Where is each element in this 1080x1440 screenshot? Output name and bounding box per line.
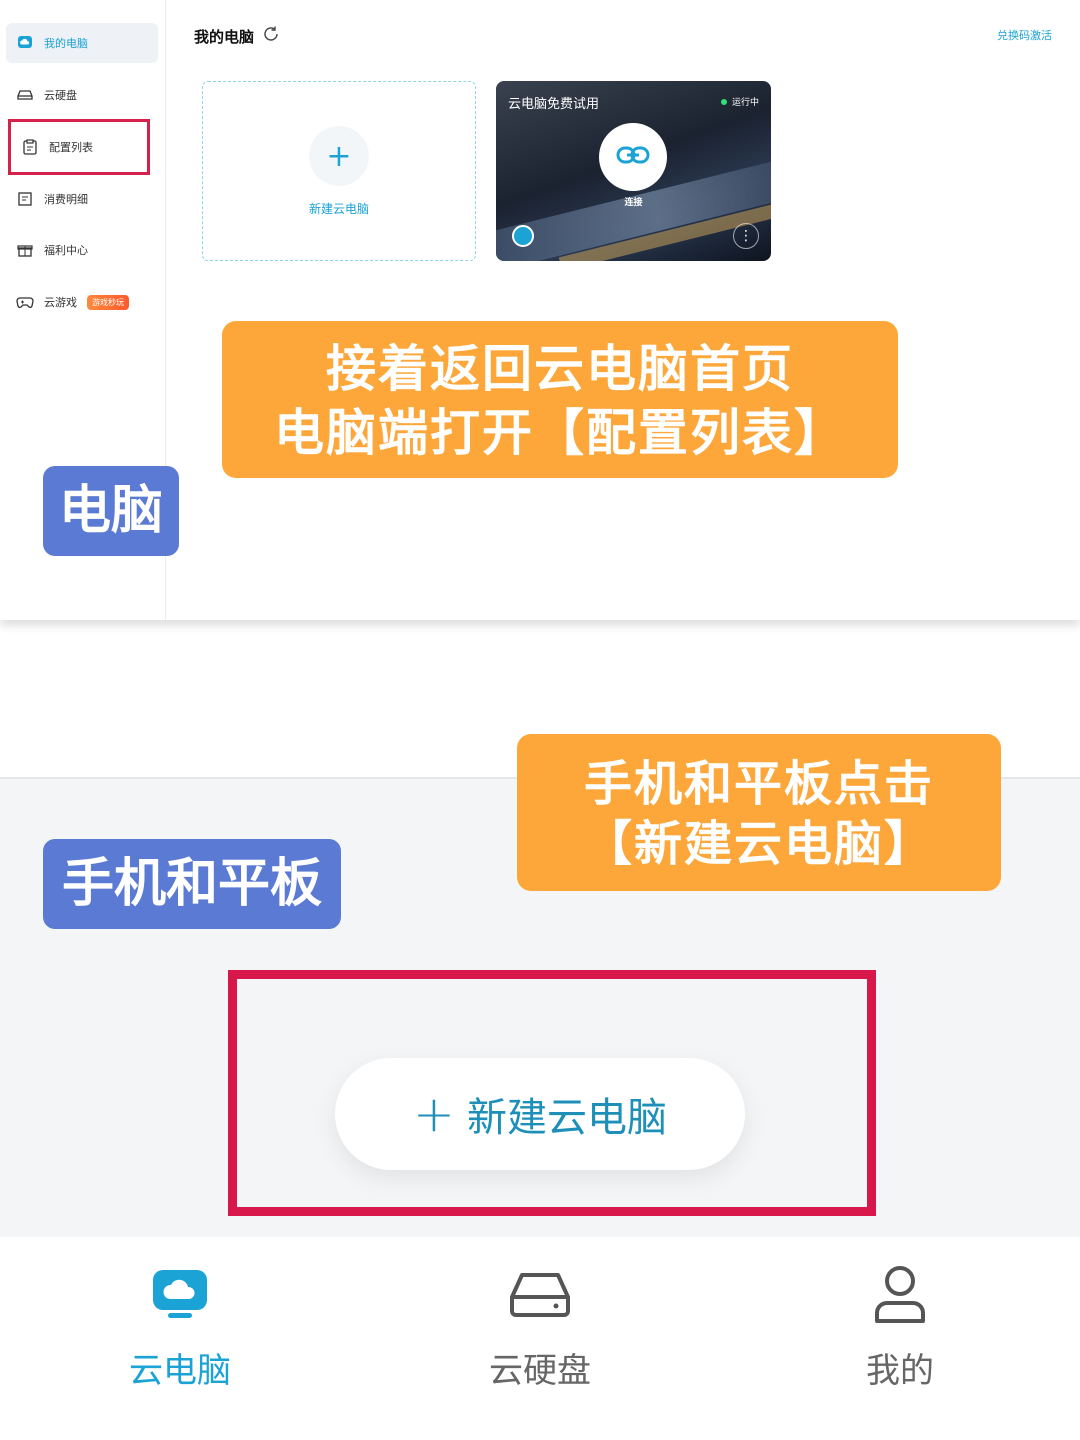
- disk-icon: [16, 86, 34, 104]
- disk-icon: [509, 1263, 571, 1325]
- sidebar-item-label: 云硬盘: [44, 89, 77, 102]
- sidebar-item-label: 消费明细: [44, 193, 88, 206]
- sidebar-item-label: 福利中心: [44, 244, 88, 257]
- sidebar-item-label: 我的电脑: [44, 37, 88, 50]
- new-cloud-pc-label: 新建云电脑: [308, 202, 369, 216]
- sidebar-item-label: 配置列表: [49, 141, 93, 154]
- gamepad-icon: [16, 293, 34, 311]
- pc-tag: 电脑: [43, 466, 179, 556]
- cloud-pc-icon: [149, 1263, 211, 1325]
- more-options-icon[interactable]: ⋮: [733, 223, 759, 249]
- bottom-tab-bar: 云电脑 云硬盘 我的: [0, 1237, 1080, 1440]
- tab-label: 云电脑: [129, 1351, 231, 1391]
- page-title-text: 我的电脑: [194, 27, 255, 46]
- sidebar-item-billing[interactable]: 消费明细: [6, 179, 158, 219]
- instruction-line-1: 手机和平板点击: [583, 756, 934, 812]
- plus-icon: +: [413, 1085, 455, 1143]
- sidebar-item-cloud-disk[interactable]: 云硬盘: [6, 75, 158, 115]
- page-title: 我的电脑: [194, 25, 280, 47]
- instruction-line-2: 【新建云电脑】: [583, 816, 934, 872]
- sidebar-item-label: 云游戏: [44, 296, 77, 309]
- redeem-code-link[interactable]: 兑换码激活: [997, 27, 1052, 43]
- status-text: 运行中: [731, 98, 759, 108]
- status-badge: 运行中: [720, 95, 759, 108]
- refresh-icon[interactable]: [262, 25, 280, 47]
- os-icon: [512, 225, 534, 247]
- tab-label: 云硬盘: [489, 1351, 591, 1391]
- trial-card-title: 云电脑免费试用: [508, 97, 600, 112]
- new-cloud-pc-card[interactable]: + 新建云电脑: [202, 81, 476, 261]
- receipt-icon: [16, 190, 34, 208]
- connect-label: 连接: [624, 198, 643, 208]
- game-badge: 游戏秒玩: [87, 294, 129, 310]
- tab-label: 我的: [866, 1351, 934, 1391]
- tab-mine[interactable]: 我的: [780, 1237, 1020, 1440]
- instruction-line-2: 电脑端打开【配置列表】: [274, 404, 846, 462]
- tab-cloud-pc[interactable]: 云电脑: [60, 1237, 300, 1440]
- trial-cloud-pc-card[interactable]: 云电脑免费试用 运行中 连接 ⋮: [496, 81, 771, 261]
- new-cloud-pc-button-label: 新建云电脑: [466, 1095, 667, 1141]
- cloud-pc-icon: [16, 34, 34, 52]
- tab-cloud-disk[interactable]: 云硬盘: [420, 1237, 660, 1440]
- instruction-banner-mobile: 手机和平板点击 【新建云电脑】: [517, 734, 1001, 891]
- connect-button[interactable]: [599, 123, 667, 191]
- gift-icon: [16, 241, 34, 259]
- sidebar-item-welfare[interactable]: 福利中心: [6, 230, 158, 270]
- mobile-tablet-tag: 手机和平板: [43, 839, 341, 929]
- sidebar-item-my-pc[interactable]: 我的电脑: [6, 23, 158, 63]
- plus-icon: +: [309, 126, 369, 186]
- new-cloud-pc-button[interactable]: + 新建云电脑: [335, 1058, 745, 1170]
- user-icon: [869, 1263, 931, 1325]
- instruction-line-1: 接着返回云电脑首页: [326, 340, 794, 398]
- link-icon: [616, 145, 650, 169]
- status-dot-icon: [720, 98, 727, 105]
- sidebar-item-config-list[interactable]: 配置列表: [8, 119, 150, 175]
- instruction-banner-desktop: 接着返回云电脑首页 电脑端打开【配置列表】: [222, 321, 898, 478]
- sidebar-item-cloud-game[interactable]: 云游戏 游戏秒玩: [6, 282, 158, 322]
- clipboard-icon: [21, 138, 39, 156]
